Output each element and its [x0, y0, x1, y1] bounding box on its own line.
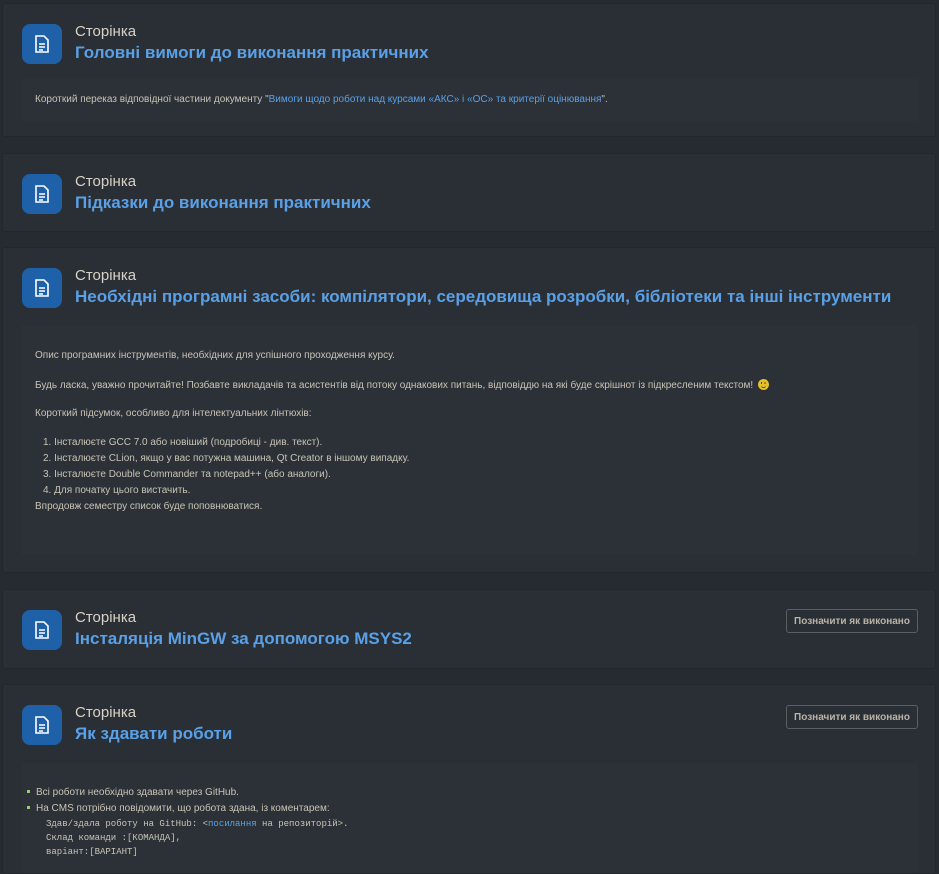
activity-description: Короткий переказ відповідної частини док…	[22, 79, 918, 121]
page-document-icon	[22, 24, 62, 64]
code-line: варіант:[ВАРІАНТ]	[46, 847, 138, 857]
activity-title-link[interactable]: Необхідні програмні засоби: компілятори,…	[75, 287, 891, 307]
page-document-icon	[22, 610, 62, 650]
description-footer: Впродовж семестру список буде поповнюват…	[35, 501, 263, 512]
activity-header: Сторінка Головні вимоги до виконання пра…	[22, 23, 902, 66]
activity-card: Сторінка Як здавати роботи Позначити як …	[2, 684, 936, 874]
activity-type-label: Сторінка	[75, 609, 137, 626]
smiley-icon	[757, 379, 769, 390]
list-item: Всі роботи необхідно здавати через GitHu…	[27, 787, 239, 798]
activity-title-link[interactable]: Інсталяція MinGW за допомогою MSYS2	[75, 629, 412, 649]
activity-card: Сторінка Інсталяція MinGW за допомогою M…	[2, 589, 936, 669]
list-item: 4. Для початку цього вистачить.	[43, 485, 191, 496]
bullet-icon	[27, 790, 30, 793]
repository-link[interactable]: посилання	[208, 819, 257, 829]
activity-title-link[interactable]: Як здавати роботи	[75, 724, 232, 744]
description-text: Будь ласка, уважно прочитайте! Позбавте …	[35, 379, 769, 391]
list-item: 3. Інсталюєте Double Commander та notepa…	[43, 469, 331, 480]
description-text: Короткий підсумок, особливо для інтелект…	[35, 408, 312, 419]
activity-type-label: Сторінка	[75, 704, 137, 721]
page-document-icon	[22, 174, 62, 214]
page-document-icon	[22, 268, 62, 308]
bullet-icon	[27, 806, 30, 809]
activity-description: Всі роботи необхідно здавати через GitHu…	[22, 763, 918, 873]
code-line: Склад команди :[КОМАНДА],	[46, 833, 182, 843]
document-link[interactable]: Вимоги щодо роботи над курсами «АКС» і «…	[269, 94, 602, 105]
activity-type-label: Сторінка	[75, 267, 137, 284]
activity-card: Сторінка Підказки до виконання практични…	[2, 153, 936, 232]
list-item: На CMS потрібно повідомити, що робота зд…	[27, 803, 330, 814]
page-document-icon	[22, 705, 62, 745]
mark-as-done-button[interactable]: Позначити як виконано	[786, 705, 918, 729]
list-item: 1. Інсталюєте GCC 7.0 або новіший (подро…	[43, 437, 323, 448]
activity-card: Сторінка Головні вимоги до виконання пра…	[2, 3, 936, 137]
description-text: Короткий переказ відповідної частини док…	[35, 94, 608, 105]
activity-header: Сторінка Підказки до виконання практични…	[22, 173, 902, 216]
list-item: 2. Інсталюєте CLion, якщо у вас потужна …	[43, 453, 410, 464]
activity-title-link[interactable]: Підказки до виконання практичних	[75, 193, 371, 213]
activity-description: Опис програмних інструментів, необхідних…	[22, 325, 918, 555]
activity-header: Сторінка Як здавати роботи	[22, 704, 722, 747]
activity-header: Сторінка Необхідні програмні засоби: ком…	[22, 267, 922, 310]
activity-title-link[interactable]: Головні вимоги до виконання практичних	[75, 43, 429, 63]
code-line: Здав/здала роботу на GitHub: <посилання …	[46, 819, 349, 829]
activity-header: Сторінка Інсталяція MinGW за допомогою M…	[22, 609, 722, 652]
activity-type-label: Сторінка	[75, 23, 137, 40]
mark-as-done-button[interactable]: Позначити як виконано	[786, 609, 918, 633]
activity-card: Сторінка Необхідні програмні засоби: ком…	[2, 247, 936, 573]
activity-type-label: Сторінка	[75, 173, 137, 190]
description-text: Опис програмних інструментів, необхідних…	[35, 350, 395, 361]
